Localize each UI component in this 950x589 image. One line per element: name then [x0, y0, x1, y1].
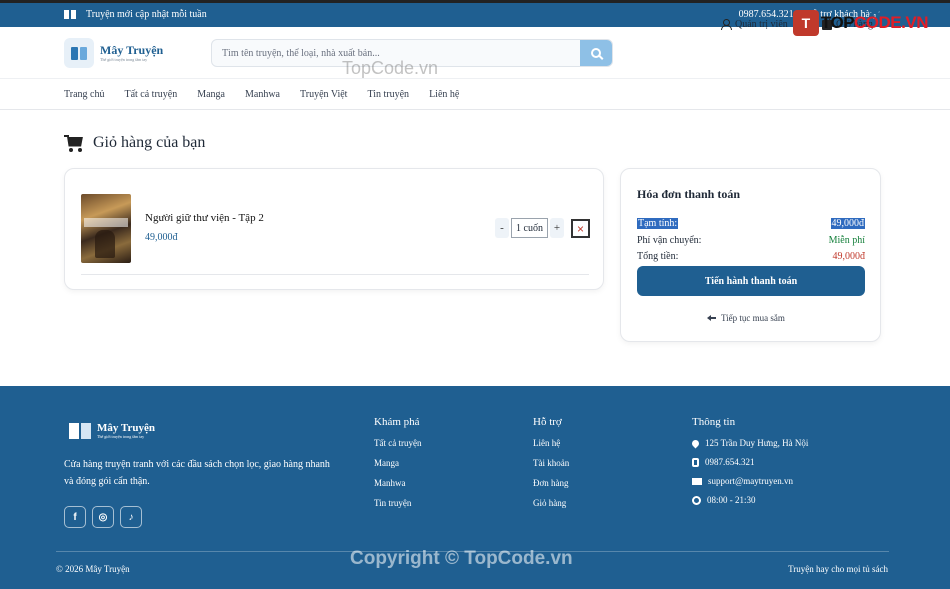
footer-link-manga[interactable]: Manga [374, 458, 421, 468]
quantity-stepper: - 1 cuốn + [495, 218, 564, 238]
nav-all-comics[interactable]: Tất cả truyện [124, 89, 177, 100]
footer-email-text[interactable]: support@maytruyen.vn [708, 476, 793, 486]
total-row: Tổng tiền: 49,000đ [637, 251, 865, 262]
footer-logo[interactable]: Mây Truyện Thế giới truyện trong tầm tay [69, 423, 155, 439]
brand-logo[interactable]: Mây Truyện Thế giới truyện trong tầm tay [64, 38, 163, 68]
footer-copyright: © 2026 Mây Truyện [56, 564, 130, 574]
instagram-icon[interactable]: ◎ [92, 506, 114, 528]
invoice-title: Hóa đơn thanh toán [637, 187, 741, 201]
user-icon [721, 19, 732, 30]
footer-phone-text[interactable]: 0987.654.321 [705, 457, 755, 467]
page-title: Giỏ hàng của bạn [64, 134, 205, 152]
main-nav: Trang chủ Tất cả truyện Manga Manhwa Tru… [0, 80, 950, 110]
footer-link-cart[interactable]: Giỏ hàng [533, 498, 569, 508]
subtotal-row: Tạm tính: 49,000đ [637, 218, 865, 229]
social-links: f ◎ ♪ [64, 506, 142, 528]
footer-link-account[interactable]: Tài khoản [533, 458, 569, 468]
nav-contact[interactable]: Liên hệ [429, 89, 459, 100]
footer-slogan: Truyện hay cho mọi tủ sách [788, 564, 888, 574]
nav-manga[interactable]: Manga [197, 89, 225, 100]
page-title-text: Giỏ hàng của bạn [93, 134, 206, 151]
footer-explore-title: Khám phá [374, 416, 420, 428]
footer-explore-column: Khám phá Tất cả truyện Manga Manhwa Tin … [374, 416, 421, 518]
announcement-text: Truyện mới cập nhật mỗi tuần [86, 9, 207, 20]
book-open-icon [69, 423, 91, 439]
continue-shopping-label: Tiếp tục mua sắm [721, 313, 785, 323]
footer-description: Cửa hàng truyện tranh với các đầu sách c… [64, 459, 330, 487]
shipping-row: Phí vận chuyển: Miễn phí [637, 235, 865, 246]
search-icon [591, 48, 601, 58]
footer-support-column: Hỗ trợ Liên hệ Tài khoản Đơn hàng Giỏ hà… [533, 416, 569, 518]
footer-phone: 0987.654.321 [692, 457, 808, 467]
watermark-logo: T TOPCODE.VN [792, 10, 929, 36]
total-label: Tổng tiền: [637, 251, 679, 262]
footer-link-all-comics[interactable]: Tất cả truyện [374, 438, 421, 448]
user-menu[interactable]: Quản trị viên [721, 19, 801, 30]
continue-shopping-link[interactable]: Tiếp tục mua sắm [707, 313, 785, 323]
map-pin-icon [690, 438, 701, 448]
footer-info-title: Thông tin [692, 416, 736, 428]
footer-hours: 08:00 - 21:30 [692, 495, 808, 505]
footer-link-contact[interactable]: Liên hệ [533, 438, 569, 448]
nav-vietnamese[interactable]: Truyện Việt [300, 89, 347, 100]
shopping-cart-icon [64, 134, 84, 152]
search-button[interactable] [580, 40, 612, 66]
footer-brand-name: Mây Truyện [97, 422, 155, 434]
subtotal-label: Tạm tính: [637, 218, 679, 229]
footer-support-title: Hỗ trợ [533, 416, 562, 428]
subtotal-value: 49,000đ [830, 218, 865, 229]
nav-news[interactable]: Tin truyện [367, 89, 409, 100]
cart-item-price: 49,000đ [145, 232, 178, 243]
footer-brand-tagline: Thế giới truyện trong tầm tay [97, 434, 145, 439]
watermark-center: TopCode.vn [342, 58, 439, 78]
arrow-left-icon [707, 315, 716, 321]
tiktok-icon[interactable]: ♪ [120, 506, 142, 528]
phone-icon [692, 457, 699, 467]
increase-quantity-button[interactable]: + [550, 218, 564, 238]
logo-book-icon [64, 38, 94, 68]
book-open-icon [64, 10, 76, 19]
footer-info-column: Thông tin 125 Trần Duy Hưng, Hà Nội 0987… [690, 416, 809, 514]
footer-address-text: 125 Trần Duy Hưng, Hà Nội [705, 438, 809, 448]
user-label: Quản trị viên [735, 19, 788, 30]
shipping-label: Phí vận chuyển: [637, 235, 702, 246]
announcement: Truyện mới cập nhật mỗi tuần [64, 9, 207, 20]
checkout-button[interactable]: Tiến hành thanh toán [637, 266, 865, 296]
watermark-bottom: Copyright © TopCode.vn [350, 548, 573, 569]
footer-link-orders[interactable]: Đơn hàng [533, 478, 569, 488]
decrease-quantity-button[interactable]: - [495, 218, 509, 238]
shipping-value: Miễn phí [828, 235, 865, 246]
divider [81, 274, 589, 275]
footer-link-news[interactable]: Tin truyện [374, 498, 421, 508]
footer-email: support@maytruyen.vn [692, 476, 808, 486]
clock-icon [692, 495, 701, 505]
book-cover-image[interactable] [81, 194, 131, 263]
cart-item-name[interactable]: Người giữ thư viện - Tập 2 [145, 212, 264, 224]
quantity-value[interactable]: 1 cuốn [511, 218, 548, 238]
brand-name: Mây Truyện [100, 43, 164, 57]
nav-home[interactable]: Trang chủ [64, 89, 104, 100]
mail-icon [692, 477, 702, 485]
footer-address: 125 Trần Duy Hưng, Hà Nội [690, 438, 809, 448]
invoice-card: Hóa đơn thanh toán Tạm tính: 49,000đ Phí… [620, 168, 881, 342]
facebook-icon[interactable]: f [64, 506, 86, 528]
footer: Mây Truyện Thế giới truyện trong tầm tay… [0, 386, 950, 589]
total-value: 49,000đ [832, 251, 866, 262]
remove-item-button[interactable]: × [571, 219, 590, 238]
cart-items-card: Người giữ thư viện - Tập 2 49,000đ - 1 c… [64, 168, 604, 290]
watermark-logo-text: TOPCODE.VN [820, 13, 929, 32]
watermark-logo-mark: T [792, 10, 819, 36]
footer-hours-text: 08:00 - 21:30 [707, 495, 756, 505]
footer-link-manhwa[interactable]: Manhwa [374, 478, 421, 488]
brand-tagline: Thế giới truyện trong tầm tay [100, 57, 148, 62]
nav-manhwa[interactable]: Manhwa [245, 89, 280, 100]
